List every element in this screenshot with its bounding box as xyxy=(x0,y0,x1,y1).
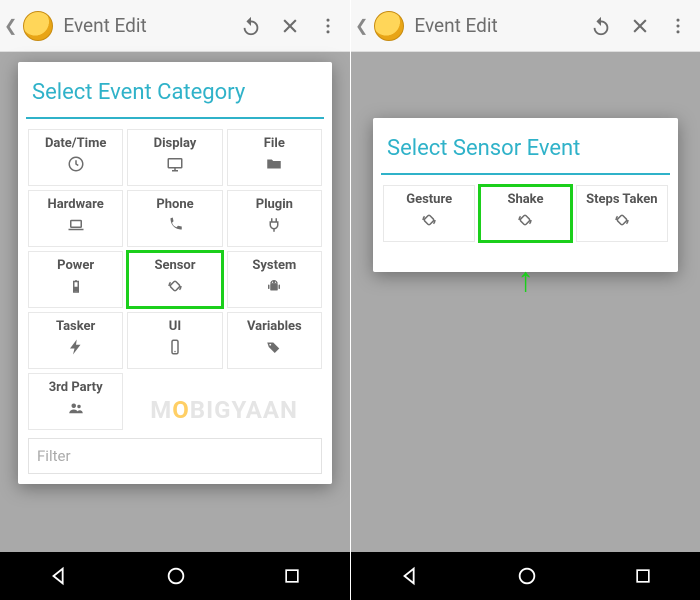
nav-home-icon[interactable] xyxy=(165,565,187,587)
android-navbar xyxy=(351,552,700,600)
category-system[interactable]: System xyxy=(227,251,322,308)
screenshot-left: ❮ Event Edit Select Event Category Date/… xyxy=(0,0,350,600)
tasker-app-icon xyxy=(374,11,404,41)
monitor-icon xyxy=(166,155,184,177)
highlight-arrow-icon: ↑ xyxy=(517,263,534,297)
clock-icon xyxy=(67,155,85,177)
back-chevron-icon[interactable]: ❮ xyxy=(355,16,368,35)
android-icon xyxy=(265,277,283,299)
category-phone[interactable]: Phone xyxy=(127,190,222,247)
nav-back-icon[interactable] xyxy=(48,565,70,587)
cell-label: 3rd Party xyxy=(49,380,103,395)
sensor-event-shake[interactable]: Shake xyxy=(479,185,571,242)
folder-icon xyxy=(265,155,283,177)
category-power[interactable]: Power xyxy=(28,251,123,308)
cell-label: File xyxy=(264,136,285,151)
nav-recent-icon[interactable] xyxy=(282,566,302,586)
category-file[interactable]: File xyxy=(227,129,322,186)
cell-label: Sensor xyxy=(154,258,195,273)
cell-label: Hardware xyxy=(48,197,104,212)
dialog-title: Select Sensor Event xyxy=(383,130,668,173)
screenshot-right: ❮ Event Edit Select Sensor Event Gesture… xyxy=(350,0,700,600)
bolt-icon xyxy=(67,338,85,360)
more-icon[interactable] xyxy=(312,10,344,42)
dialog-divider xyxy=(26,117,324,119)
app-bar-title: Event Edit xyxy=(63,14,228,37)
sensor-event-grid: Gesture Shake Steps Taken xyxy=(383,185,668,242)
plug-icon xyxy=(265,216,283,238)
rotation-icon xyxy=(420,211,438,233)
category-ui[interactable]: UI xyxy=(127,312,222,369)
close-icon[interactable] xyxy=(624,10,656,42)
sensor-event-steps-taken[interactable]: Steps Taken xyxy=(576,185,668,242)
filter-input[interactable]: Filter xyxy=(28,438,322,474)
cell-label: Power xyxy=(57,258,94,273)
nav-recent-icon[interactable] xyxy=(633,566,653,586)
category-date-time[interactable]: Date/Time xyxy=(28,129,123,186)
close-icon[interactable] xyxy=(274,10,306,42)
cell-label: System xyxy=(252,258,296,273)
more-icon[interactable] xyxy=(662,10,694,42)
category-display[interactable]: Display xyxy=(127,129,222,186)
cell-label: Gesture xyxy=(406,192,452,207)
category-plugin[interactable]: Plugin xyxy=(227,190,322,247)
cell-label: Date/Time xyxy=(45,136,106,151)
undo-icon[interactable] xyxy=(234,9,268,43)
category-3rd-party[interactable]: 3rd Party xyxy=(28,373,123,430)
category-hardware[interactable]: Hardware xyxy=(28,190,123,247)
category-tasker[interactable]: Tasker xyxy=(28,312,123,369)
dialog-divider xyxy=(381,173,670,175)
android-navbar xyxy=(0,552,350,600)
cell-label: Shake xyxy=(507,192,543,207)
dialog-title: Select Event Category xyxy=(28,74,322,117)
cell-label: Variables xyxy=(247,319,302,334)
app-bar: ❮ Event Edit xyxy=(0,0,350,52)
rotation-icon xyxy=(516,211,534,233)
laptop-icon xyxy=(67,216,85,238)
phone-icon xyxy=(166,216,184,238)
phone-outline-icon xyxy=(166,338,184,360)
battery-icon xyxy=(67,277,85,299)
app-bar-title: Event Edit xyxy=(414,14,578,37)
select-event-category-dialog: Select Event Category Date/Time Display Fi… xyxy=(18,62,332,484)
category-sensor[interactable]: Sensor xyxy=(127,251,222,308)
tags-icon xyxy=(265,338,283,360)
cell-label: UI xyxy=(169,319,181,334)
undo-icon[interactable] xyxy=(584,9,618,43)
screen-content: Select Sensor Event Gesture Shake Steps Ta… xyxy=(351,52,700,552)
select-sensor-event-dialog: Select Sensor Event Gesture Shake Steps Ta… xyxy=(373,118,678,272)
rotation-icon xyxy=(613,211,631,233)
people-icon xyxy=(67,399,85,421)
category-grid: Date/Time Display File Hardware Phone Plugin P… xyxy=(28,129,322,430)
cell-label: Plugin xyxy=(256,197,293,212)
rotation-icon xyxy=(166,277,184,299)
category-variables[interactable]: Variables xyxy=(227,312,322,369)
nav-home-icon[interactable] xyxy=(516,565,538,587)
screen-content: Select Event Category Date/Time Display Fi… xyxy=(0,52,350,552)
cell-label: Display xyxy=(154,136,197,151)
tasker-app-icon xyxy=(23,11,53,41)
cell-label: Phone xyxy=(156,197,193,212)
back-chevron-icon[interactable]: ❮ xyxy=(4,16,17,35)
sensor-event-gesture[interactable]: Gesture xyxy=(383,185,475,242)
app-bar: ❮ Event Edit xyxy=(351,0,700,52)
cell-label: Steps Taken xyxy=(586,192,658,207)
cell-label: Tasker xyxy=(56,319,95,334)
nav-back-icon[interactable] xyxy=(399,565,421,587)
